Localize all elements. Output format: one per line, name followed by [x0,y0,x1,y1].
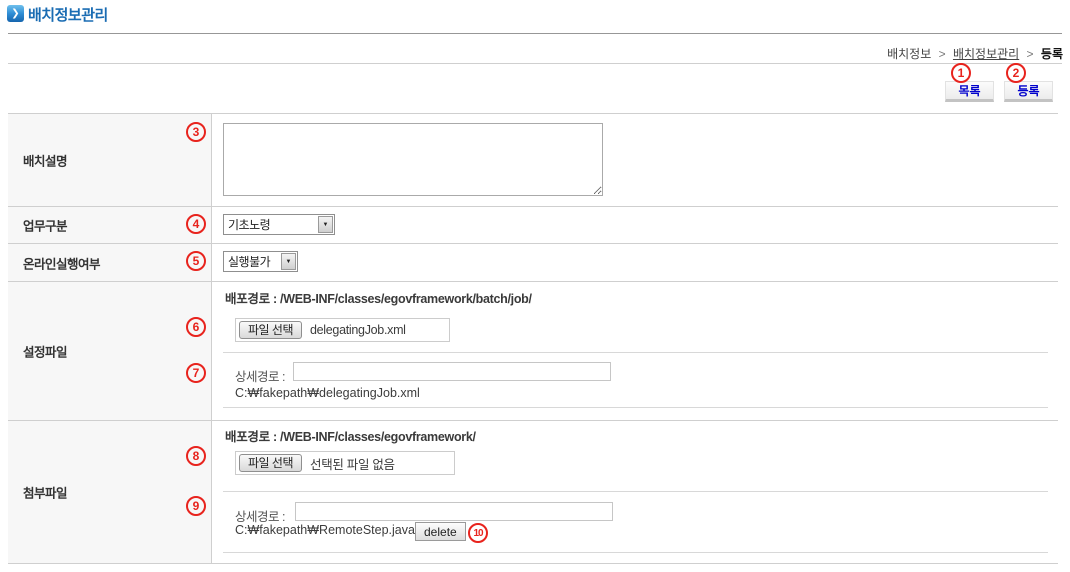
job-category-select[interactable]: 기초노령 ▼ [223,214,335,235]
job-category-selected-value: 기초노령 [224,216,317,233]
row-online-executable: 온라인실행여부 [8,244,1058,282]
chevron-down-icon[interactable]: ▼ [281,253,296,270]
attach-deploy-path-value: /WEB-INF/classes/egovframework/ [280,430,476,444]
breadcrumb-divider [8,63,1062,64]
annotation-badge-9: 9 [186,496,206,516]
list-button[interactable]: 목록 [945,81,994,102]
annotation-badge-1: 1 [951,63,971,83]
config-file-label-cell: 설정파일 [8,282,212,420]
batch-description-label-cell: 배치설명 [8,114,212,206]
config-detail-path-label: 상세경로 : [235,366,285,385]
config-file-input[interactable]: 파일 선택 delegatingJob.xml [235,318,450,342]
register-button[interactable]: 등록 [1004,81,1053,102]
annotation-badge-5: 5 [186,251,206,271]
attach-local-path: C:₩fakepath₩RemoteStep.java [235,523,415,537]
annotation-badge-10: 10 [468,523,488,543]
breadcrumb-separator: > [939,47,946,61]
online-executable-label-cell: 온라인실행여부 [8,244,212,281]
title-divider [8,33,1062,34]
attach-deploy-path-label: 배포경로 : [225,430,277,444]
attach-file-name: 선택된 파일 없음 [310,454,395,473]
attach-file-label-cell: 첨부파일 [8,421,212,563]
config-deploy-path-label: 배포경로 : [225,292,277,306]
config-inner-divider-bottom [223,407,1048,408]
job-category-label-cell: 업무구분 [8,207,212,243]
breadcrumb: 배치정보 > 배치정보관리 > 등록 [887,45,1063,62]
attach-file-input[interactable]: 파일 선택 선택된 파일 없음 [235,451,455,475]
attach-inner-divider [223,491,1048,492]
config-file-label: 설정파일 [23,342,67,361]
row-attach-file: 첨부파일 [8,421,1058,564]
config-deploy-path: 배포경로 : /WEB-INF/classes/egovframework/ba… [225,288,532,307]
chevron-down-icon[interactable]: ▼ [318,216,333,233]
config-file-name: delegatingJob.xml [310,323,406,337]
attach-deploy-path: 배포경로 : /WEB-INF/classes/egovframework/ [225,426,476,445]
online-executable-label: 온라인실행여부 [23,253,100,272]
title-bullet-icon: ❯ [7,5,24,22]
breadcrumb-item-batch-info-management[interactable]: 배치정보관리 [953,47,1019,61]
online-executable-content-cell [212,244,1058,281]
batch-info-management-page: ❯ 배치정보관리 배치정보 > 배치정보관리 > 등록 1 2 목록 등록 배치… [0,0,1070,572]
annotation-badge-6: 6 [186,317,206,337]
job-category-content-cell [212,207,1058,243]
batch-description-textarea[interactable] [223,123,603,196]
config-local-path: C:₩fakepath₩delegatingJob.xml [235,386,420,400]
annotation-badge-8: 8 [186,446,206,466]
online-executable-select[interactable]: 실행불가 ▼ [223,251,298,272]
page-title: 배치정보관리 [28,4,108,25]
attach-detail-path-input[interactable] [295,502,613,521]
annotation-badge-3: 3 [186,122,206,142]
delete-file-button[interactable]: delete [415,522,466,541]
breadcrumb-item-register: 등록 [1041,47,1063,61]
attach-inner-divider-bottom [223,552,1048,553]
breadcrumb-separator: > [1027,47,1034,61]
config-detail-path-input[interactable] [293,362,611,381]
online-executable-selected-value: 실행불가 [224,253,280,270]
config-deploy-path-value: /WEB-INF/classes/egovframework/batch/job… [280,292,532,306]
attach-file-select-button[interactable]: 파일 선택 [239,454,302,472]
row-job-category: 업무구분 [8,207,1058,244]
batch-description-label: 배치설명 [23,151,67,170]
config-file-select-button[interactable]: 파일 선택 [239,321,302,339]
annotation-badge-7: 7 [186,363,206,383]
annotation-badge-2: 2 [1006,63,1026,83]
breadcrumb-item-batch-info[interactable]: 배치정보 [887,47,931,61]
annotation-badge-4: 4 [186,214,206,234]
config-inner-divider [223,352,1048,353]
job-category-label: 업무구분 [23,216,67,235]
attach-file-label: 첨부파일 [23,483,67,502]
